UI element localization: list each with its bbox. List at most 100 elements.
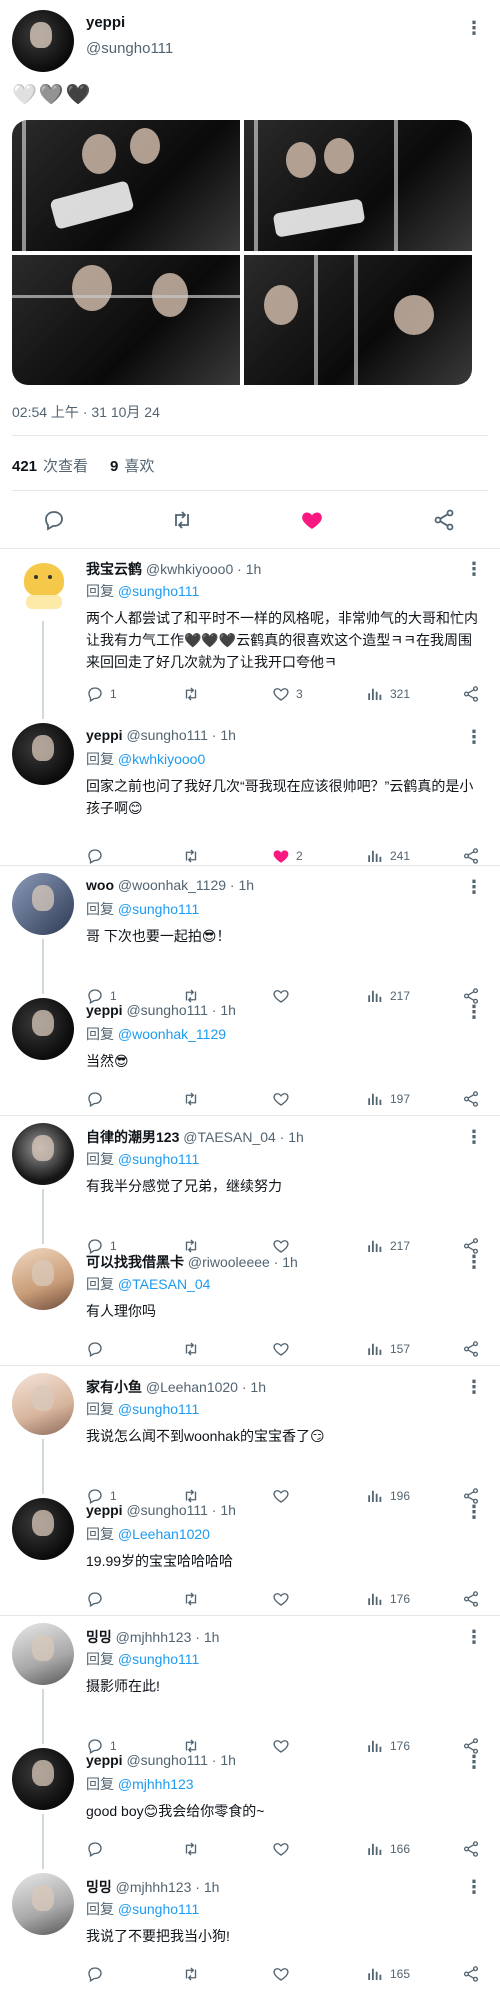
reply-button[interactable] bbox=[86, 1588, 110, 1610]
reply-item[interactable]: 밍밍 @mjhhh123 · 1h ⋮ 回复 @sungho111 摄影师在此! 1 17… bbox=[0, 1623, 500, 1759]
reply-item[interactable]: 我宝云鹤 @kwhkiyooo0 · 1h ⋮ 回复 @sungho111 两个人都尝… bbox=[0, 555, 500, 707]
reply-author-name[interactable]: yeppi bbox=[86, 727, 123, 743]
reply-item[interactable]: 可以找我借黑卡 @riwooleeee · 1h ⋮ 回复 @TAESAN_04 有人… bbox=[0, 1248, 500, 1362]
share-icon[interactable] bbox=[462, 1590, 486, 1608]
like-button[interactable] bbox=[272, 1838, 296, 1860]
like-button[interactable] bbox=[272, 1588, 296, 1610]
replying-to-handle[interactable]: @TAESAN_04 bbox=[118, 1276, 211, 1292]
share-button[interactable] bbox=[462, 1838, 486, 1860]
reply-item[interactable]: 밍밍 @mjhhh123 · 1h ⋮ 回复 @sungho111 我说了不要把我当小… bbox=[0, 1873, 500, 1987]
reply-icon[interactable] bbox=[42, 508, 66, 532]
retweet-icon[interactable] bbox=[182, 1840, 206, 1858]
reply-author-name[interactable]: 밍밍 bbox=[86, 1629, 112, 1645]
avatar[interactable] bbox=[12, 1373, 74, 1435]
share-button[interactable] bbox=[462, 1588, 486, 1610]
more-options-icon[interactable]: ⋮ bbox=[464, 877, 484, 897]
views-button[interactable]: 321 bbox=[366, 683, 410, 705]
avatar[interactable] bbox=[12, 998, 74, 1060]
reply-button[interactable] bbox=[86, 1838, 110, 1860]
like-button[interactable] bbox=[272, 1963, 296, 1985]
reply-author-handle[interactable]: @woonhak_1129 bbox=[118, 877, 226, 893]
reply-icon[interactable] bbox=[86, 1090, 110, 1108]
share-icon[interactable] bbox=[432, 508, 456, 532]
share-button[interactable] bbox=[462, 845, 486, 867]
likes-label[interactable]: 喜欢 bbox=[124, 458, 154, 475]
avatar[interactable] bbox=[12, 10, 74, 72]
reply-icon[interactable] bbox=[86, 685, 110, 703]
photo-3[interactable] bbox=[12, 255, 240, 385]
replying-to-handle[interactable]: @kwhkiyooo0 bbox=[118, 751, 205, 767]
reply-author-name[interactable]: woo bbox=[86, 877, 114, 893]
like-button[interactable] bbox=[272, 1088, 296, 1110]
reply-author-handle[interactable]: @sungho111 bbox=[126, 727, 207, 743]
reply-item[interactable]: yeppi @sungho111 · 1h ⋮ 回复 @mjhhh123 good b… bbox=[0, 1748, 500, 1862]
reply-button[interactable] bbox=[86, 1088, 110, 1110]
author-handle[interactable]: @sungho111 bbox=[86, 40, 173, 57]
replying-to-handle[interactable]: @sungho111 bbox=[118, 1401, 199, 1417]
like-icon[interactable] bbox=[272, 847, 296, 865]
avatar[interactable] bbox=[12, 1123, 74, 1185]
more-options-icon[interactable]: ⋮ bbox=[464, 1002, 484, 1022]
replying-to-handle[interactable]: @sungho111 bbox=[118, 901, 199, 917]
avatar[interactable] bbox=[12, 1498, 74, 1560]
like-icon[interactable] bbox=[272, 1340, 296, 1358]
retweet-button[interactable] bbox=[182, 1588, 206, 1610]
replying-to-handle[interactable]: @sungho111 bbox=[118, 583, 199, 599]
like-icon[interactable] bbox=[272, 1965, 296, 1983]
avatar[interactable] bbox=[12, 873, 74, 935]
retweet-button[interactable] bbox=[182, 845, 206, 867]
like-icon[interactable] bbox=[272, 1840, 296, 1858]
retweet-button[interactable] bbox=[182, 1088, 206, 1110]
reply-item[interactable]: woo @woonhak_1129 · 1h ⋮ 回复 @sungho111 哥 下次… bbox=[0, 873, 500, 1009]
more-options-icon[interactable]: ⋮ bbox=[464, 1377, 484, 1397]
likes-count[interactable]: 9 bbox=[110, 458, 118, 475]
photo-2[interactable] bbox=[244, 120, 472, 251]
reply-button[interactable] bbox=[86, 1338, 110, 1360]
reply-icon[interactable] bbox=[86, 1840, 110, 1858]
reply-item[interactable]: yeppi @sungho111 · 1h ⋮ 回复 @kwhkiyooo0 回家之前… bbox=[0, 723, 500, 869]
share-icon[interactable] bbox=[462, 1965, 486, 1983]
more-options-icon[interactable]: ⋮ bbox=[464, 559, 484, 579]
more-options-icon[interactable]: ⋮ bbox=[464, 18, 484, 38]
views-button[interactable]: 157 bbox=[366, 1338, 410, 1360]
reply-item[interactable]: 家有小鱼 @Leehan1020 · 1h ⋮ 回复 @sungho111 我说怎么闻… bbox=[0, 1373, 500, 1509]
reply-author-handle[interactable]: @mjhhh123 bbox=[116, 1879, 192, 1895]
more-options-icon[interactable]: ⋮ bbox=[464, 1752, 484, 1772]
share-button[interactable] bbox=[462, 1088, 486, 1110]
retweet-icon[interactable] bbox=[182, 1590, 206, 1608]
like-button[interactable]: 3 bbox=[272, 683, 303, 705]
avatar[interactable] bbox=[12, 723, 74, 785]
retweet-icon[interactable] bbox=[170, 508, 194, 532]
reply-item[interactable]: yeppi @sungho111 · 1h ⋮ 回复 @Leehan1020 19.9… bbox=[0, 1498, 500, 1612]
reply-author-name[interactable]: 可以找我借黑卡 bbox=[86, 1254, 184, 1270]
views-button[interactable]: 176 bbox=[366, 1588, 410, 1610]
more-options-icon[interactable]: ⋮ bbox=[464, 1252, 484, 1272]
reply-icon[interactable] bbox=[86, 1965, 110, 1983]
reply-author-name[interactable]: 밍밍 bbox=[86, 1879, 112, 1895]
reply-author-name[interactable]: 自律的潮男123 bbox=[86, 1129, 179, 1145]
reply-author-handle[interactable]: @sungho111 bbox=[126, 1752, 207, 1768]
share-button[interactable] bbox=[462, 1963, 486, 1985]
share-icon[interactable] bbox=[462, 847, 486, 865]
share-icon[interactable] bbox=[462, 1340, 486, 1358]
reply-icon[interactable] bbox=[86, 1590, 110, 1608]
reply-author-handle[interactable]: @kwhkiyooo0 bbox=[146, 561, 233, 577]
more-options-icon[interactable]: ⋮ bbox=[464, 727, 484, 747]
reply-icon[interactable] bbox=[86, 847, 110, 865]
reply-author-name[interactable]: yeppi bbox=[86, 1752, 123, 1768]
replying-to-handle[interactable]: @sungho111 bbox=[118, 1651, 199, 1667]
like-icon[interactable] bbox=[272, 1090, 296, 1108]
reply-icon[interactable] bbox=[86, 1340, 110, 1358]
retweet-button[interactable] bbox=[182, 1338, 206, 1360]
share-icon[interactable] bbox=[462, 1090, 486, 1108]
replying-to-handle[interactable]: @woonhak_1129 bbox=[118, 1026, 226, 1042]
like-icon[interactable] bbox=[272, 1590, 296, 1608]
views-button[interactable]: 166 bbox=[366, 1838, 410, 1860]
views-button[interactable]: 241 bbox=[366, 845, 410, 867]
photo-4[interactable] bbox=[244, 255, 472, 385]
reply-button[interactable] bbox=[86, 845, 110, 867]
replying-to-handle[interactable]: @mjhhh123 bbox=[118, 1776, 194, 1792]
like-button[interactable]: 2 bbox=[272, 845, 303, 867]
reply-author-handle[interactable]: @TAESAN_04 bbox=[183, 1129, 276, 1145]
reply-button[interactable] bbox=[86, 1963, 110, 1985]
